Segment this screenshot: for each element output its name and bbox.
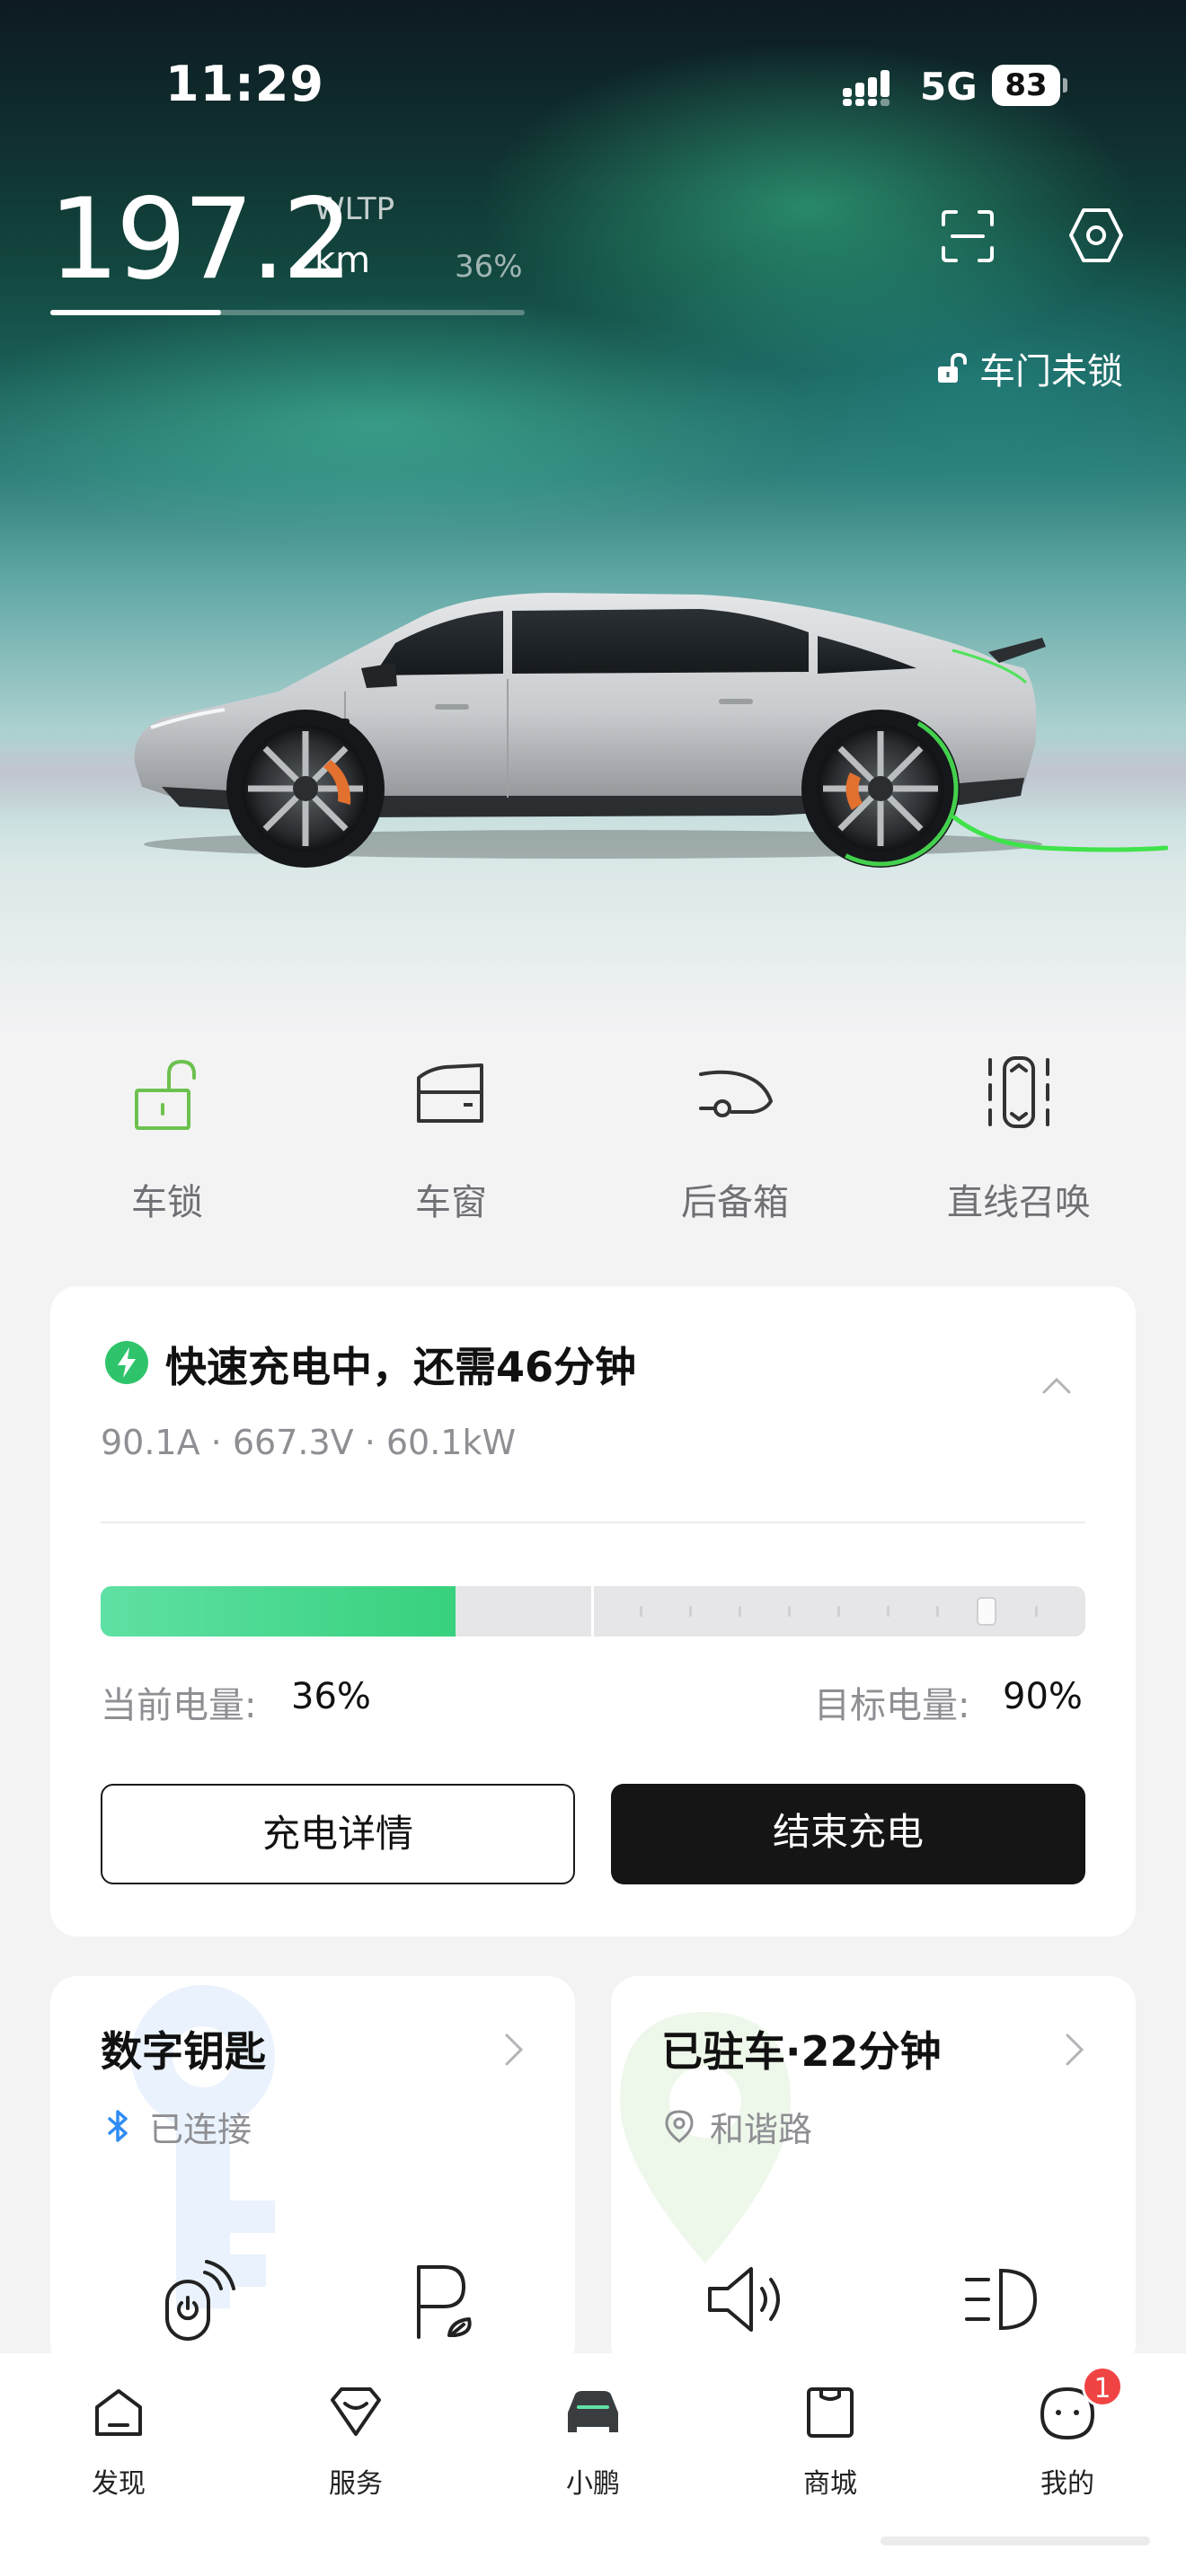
service-icon xyxy=(331,2387,381,2436)
charge-bar-tick xyxy=(936,1606,939,1617)
battery-indicator: 83 xyxy=(992,65,1067,106)
home-indicator xyxy=(881,2536,1150,2545)
charge-bar-tick xyxy=(788,1606,791,1617)
charge-bar-tick xyxy=(887,1606,890,1617)
lock-open-icon xyxy=(135,1059,196,1130)
tab-mall[interactable]: 商城 xyxy=(740,2380,920,2506)
status-time: 11:29 xyxy=(165,56,324,112)
parking-location: 和谐路 xyxy=(661,2104,813,2149)
discover-icon xyxy=(95,2389,142,2436)
tab-xpeng[interactable]: 小鹏 xyxy=(503,2380,683,2506)
control-window[interactable]: 车窗 xyxy=(334,1051,568,1239)
tab-discover-label: 发现 xyxy=(92,2468,146,2500)
car-icon xyxy=(568,2391,618,2432)
control-trunk[interactable]: 后备箱 xyxy=(618,1051,852,1239)
control-lock-label: 车锁 xyxy=(131,1182,203,1223)
network-type: 5G xyxy=(920,65,978,109)
range-bar-fill xyxy=(50,310,222,315)
digital-key-status: 已连接 xyxy=(101,2104,252,2149)
target-level-handle[interactable] xyxy=(977,1597,996,1626)
control-summon-label: 直线召唤 xyxy=(947,1182,1091,1223)
target-level-label: 目标电量: xyxy=(814,1685,970,1726)
digital-key-card[interactable]: 数字钥匙 已连接 xyxy=(50,1976,575,2371)
control-window-label: 车窗 xyxy=(415,1182,487,1223)
tab-xpeng-label: 小鹏 xyxy=(566,2468,620,2500)
battery-level: 83 xyxy=(992,65,1060,106)
remote-start-icon[interactable] xyxy=(151,2254,241,2344)
quick-controls: 车锁 车窗 后备箱 直线召唤 xyxy=(0,1051,1186,1239)
charging-details-button[interactable]: 充电详情 xyxy=(101,1784,575,1884)
bluetooth-icon xyxy=(108,2110,128,2142)
digital-key-title: 数字钥匙 xyxy=(101,2027,266,2076)
car-image xyxy=(134,593,1046,868)
signal-icon xyxy=(843,70,890,106)
parking-location-label: 和谐路 xyxy=(710,2109,813,2149)
parking-card[interactable]: 已驻车·22分钟 和谐路 xyxy=(611,1976,1136,2371)
window-icon xyxy=(417,1063,483,1123)
charge-bar-divider xyxy=(591,1586,594,1636)
control-summon[interactable]: 直线召唤 xyxy=(902,1051,1136,1239)
tab-profile-label: 我的 xyxy=(1040,2468,1094,2500)
control-lock[interactable]: 车锁 xyxy=(50,1051,284,1239)
tab-mall-label: 商城 xyxy=(803,2468,857,2500)
control-trunk-label: 后备箱 xyxy=(681,1182,789,1223)
auto-park-icon[interactable] xyxy=(399,2254,489,2344)
charge-level-bar[interactable] xyxy=(101,1586,1085,1636)
range-unit: km xyxy=(314,240,371,281)
scan-icon[interactable] xyxy=(940,208,996,264)
charging-card: 快速充电中，还需46分钟 90.1A · 667.3V · 60.1kW 当前电… xyxy=(50,1286,1136,1936)
stop-charging-button[interactable]: 结束充电 xyxy=(611,1784,1085,1884)
charge-level-fill xyxy=(101,1586,456,1636)
headlight-icon[interactable] xyxy=(956,2254,1046,2344)
charge-bar-tick xyxy=(739,1606,741,1617)
trunk-icon xyxy=(699,1070,773,1117)
charge-bar-tick xyxy=(640,1606,642,1617)
summon-icon xyxy=(988,1056,1049,1128)
tab-profile[interactable]: 1 我的 xyxy=(978,2366,1157,2506)
car-hero: 11:29 5G 83 197.2 WLTP km 36% 车门未锁 xyxy=(0,0,1186,1033)
charge-bar-tick xyxy=(1035,1606,1038,1617)
charge-bar-tick xyxy=(837,1606,840,1617)
charging-title: 快速充电中，还需46分钟 xyxy=(165,1343,637,1391)
range-bar xyxy=(50,310,525,315)
chevron-right-icon[interactable] xyxy=(1060,2030,1087,2069)
battery-tip xyxy=(1063,78,1067,93)
mall-icon xyxy=(807,2387,854,2438)
chevron-right-icon[interactable] xyxy=(500,2030,527,2069)
settings-icon[interactable] xyxy=(1066,205,1127,266)
notification-badge: 1 xyxy=(1082,2366,1123,2407)
range-value: 197.2 xyxy=(49,175,353,304)
tab-service-label: 服务 xyxy=(329,2468,383,2500)
charging-cable xyxy=(952,815,1168,852)
horn-icon[interactable] xyxy=(701,2254,791,2344)
status-bar: 11:29 5G 83 xyxy=(0,0,1186,171)
door-status-label: 车门未锁 xyxy=(979,351,1123,393)
charge-bar-tick xyxy=(689,1606,692,1617)
current-level-value: 36% xyxy=(291,1676,371,1717)
door-status[interactable]: 车门未锁 xyxy=(934,345,1123,393)
charging-specs: 90.1A · 667.3V · 60.1kW xyxy=(101,1423,517,1462)
charging-bolt-icon xyxy=(105,1341,148,1384)
unlocked-icon xyxy=(938,352,967,383)
range-standard: WLTP xyxy=(314,191,395,227)
divider xyxy=(101,1522,1085,1523)
chevron-up-icon[interactable] xyxy=(1039,1372,1075,1399)
digital-key-status-label: 已连接 xyxy=(149,2109,252,2149)
tab-discover[interactable]: 发现 xyxy=(29,2380,208,2506)
tab-service[interactable]: 服务 xyxy=(266,2380,446,2506)
location-pin-icon xyxy=(665,2110,694,2143)
range-battery-percent: 36% xyxy=(455,249,523,285)
target-level-value: 90% xyxy=(1003,1676,1083,1717)
parking-title: 已驻车·22分钟 xyxy=(661,2027,942,2076)
current-level-label: 当前电量: xyxy=(101,1685,257,1726)
